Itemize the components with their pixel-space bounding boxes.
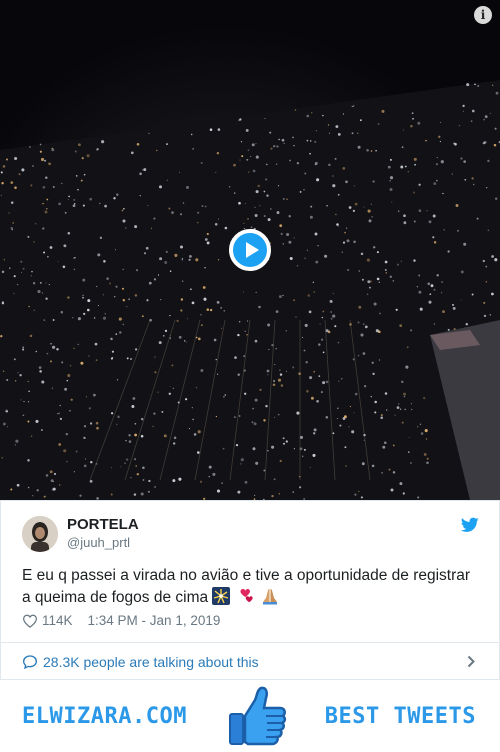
- tweet-card: PORTELA @juuh_prtl E eu q passei a virad…: [0, 500, 500, 680]
- play-icon: [245, 242, 259, 258]
- twitter-bird-icon[interactable]: [461, 517, 479, 533]
- thumbs-up-icon: [229, 686, 287, 746]
- play-button[interactable]: [229, 229, 271, 271]
- tweet-text: E eu q passei a virada no avião e tive a…: [22, 565, 482, 609]
- tweet-timestamp[interactable]: 1:34 PM - Jan 1, 2019: [88, 613, 221, 628]
- site-banner: ELWIZARA.COM BEST TWEETS: [0, 680, 500, 752]
- avatar-image: [22, 516, 58, 552]
- author-name[interactable]: PORTELA: [67, 516, 139, 533]
- tweet-meta: 114K 1:34 PM - Jan 1, 2019: [22, 613, 220, 628]
- tweet-video[interactable]: i: [0, 0, 500, 500]
- folded-hands-emoji: [263, 589, 278, 605]
- comment-icon: [22, 654, 38, 669]
- heart-icon[interactable]: [22, 614, 38, 628]
- conversation-count: 28.3K people are talking about this: [43, 653, 259, 670]
- site-name[interactable]: ELWIZARA.COM: [22, 704, 187, 729]
- conversation-link[interactable]: 28.3K people are talking about this: [1, 643, 499, 680]
- info-icon[interactable]: i: [474, 6, 492, 24]
- like-count[interactable]: 114K: [42, 613, 73, 628]
- two-hearts-emoji: [240, 589, 253, 603]
- fireworks-emoji: [212, 587, 231, 605]
- author-handle[interactable]: @juuh_prtl: [67, 535, 130, 550]
- avatar[interactable]: [22, 516, 58, 552]
- chevron-right-icon: [467, 655, 475, 668]
- best-tweets-label: BEST TWEETS: [324, 704, 476, 729]
